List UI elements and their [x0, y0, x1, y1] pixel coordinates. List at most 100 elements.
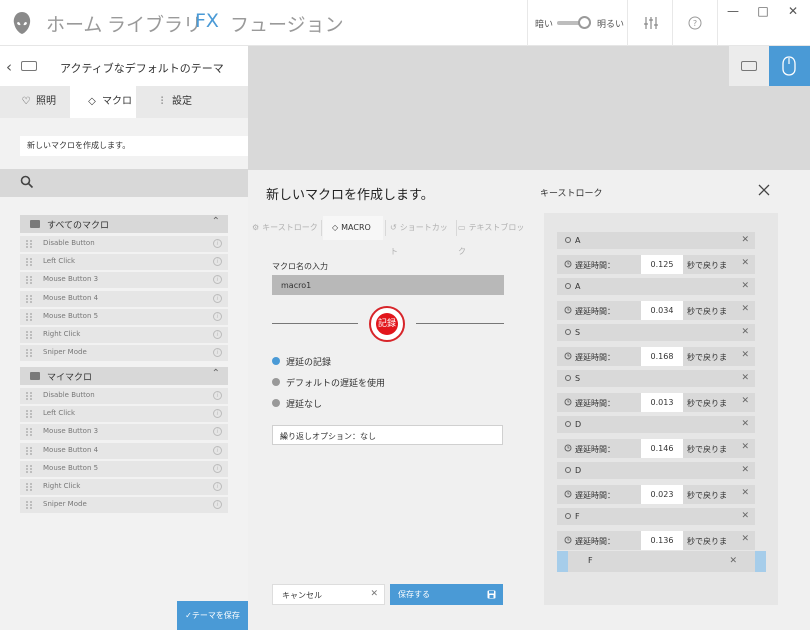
macro-group-header[interactable]: すべてのマクロ ⌃	[20, 215, 228, 233]
drag-grip-icon[interactable]	[26, 349, 32, 358]
slider-knob[interactable]	[578, 16, 591, 29]
drag-grip-icon[interactable]	[26, 464, 32, 473]
close-icon[interactable]: ✕	[741, 350, 749, 360]
macro-list-item[interactable]: Mouse Button 5 i	[20, 308, 228, 325]
tab-textblock[interactable]: ▭ テキストブロック	[458, 216, 530, 256]
keystroke-key-row[interactable]: D ✕	[557, 462, 755, 479]
back-chevron-icon[interactable]: ‹	[6, 58, 12, 76]
brightness-slider[interactable]	[557, 16, 591, 30]
keystroke-delay-row[interactable]: 遅延時間： 0.023 秒で戻りま ✕	[557, 485, 755, 504]
macro-list-item[interactable]: Sniper Mode i	[20, 497, 228, 514]
radio-default-delay[interactable]	[272, 378, 280, 386]
macro-list-item[interactable]: Left Click i	[20, 254, 228, 271]
info-icon[interactable]: i	[213, 427, 222, 437]
delay-value-input[interactable]: 0.168	[641, 347, 683, 366]
macro-list-item[interactable]: Disable Button i	[20, 236, 228, 252]
drag-grip-icon[interactable]	[26, 392, 32, 400]
tab-lighting[interactable]: ♡ 照明	[20, 86, 66, 118]
delay-value-input[interactable]: 0.136	[641, 531, 683, 550]
search-icon[interactable]	[20, 175, 34, 189]
keystroke-delay-row[interactable]: 遅延時間： 0.013 秒で戻りま ✕	[557, 393, 755, 412]
info-icon[interactable]: i	[213, 275, 222, 285]
info-icon[interactable]: i	[213, 482, 222, 491]
keystroke-delay-row[interactable]: 遅延時間： 0.168 秒で戻りま ✕	[557, 347, 755, 366]
maximize-button[interactable]: □	[753, 4, 773, 18]
info-icon[interactable]: i	[213, 330, 222, 339]
keystroke-delay-row[interactable]: 遅延時間： 0.125 秒で戻りま ✕	[557, 255, 755, 274]
keystroke-key-row[interactable]: A ✕	[557, 278, 755, 295]
radio-no-delay[interactable]	[272, 399, 280, 407]
macro-name-input[interactable]	[272, 275, 504, 295]
keystroke-key-row[interactable]: F ✕	[557, 508, 755, 525]
drag-grip-icon[interactable]	[26, 294, 32, 303]
keystroke-key-row[interactable]: S ✕	[557, 370, 755, 387]
drag-grip-icon[interactable]	[26, 501, 32, 510]
repeat-option-select[interactable]: 繰り返しオプション：なし ⌄	[272, 425, 503, 445]
tab-shortcut[interactable]: ↺ ショートカット	[390, 216, 454, 256]
nav-library[interactable]: ライブラリ	[107, 10, 202, 37]
drag-grip-icon[interactable]	[26, 483, 32, 491]
record-button[interactable]: 記録	[376, 313, 398, 335]
macro-list-item[interactable]: Right Click i	[20, 327, 228, 343]
close-icon[interactable]: ✕	[741, 258, 749, 268]
info-icon[interactable]: i	[213, 445, 222, 455]
close-icon[interactable]: ✕	[741, 281, 749, 291]
tab-keystroke[interactable]: ⚙ キーストローク	[252, 216, 318, 240]
macro-list-item[interactable]: Mouse Button 5 i	[20, 460, 228, 477]
help-icon[interactable]: ?	[686, 14, 704, 32]
delay-value-input[interactable]: 0.034	[641, 301, 683, 320]
info-icon[interactable]: i	[213, 293, 222, 303]
delay-value-input[interactable]: 0.125	[641, 255, 683, 274]
drag-grip-icon[interactable]	[26, 258, 32, 267]
delay-value-input[interactable]: 0.013	[641, 393, 683, 412]
macro-list-item[interactable]: Left Click i	[20, 406, 228, 423]
keystroke-selected-row[interactable]: F ✕	[557, 551, 766, 572]
close-window-button[interactable]: ✕	[783, 4, 803, 18]
drag-handle[interactable]	[755, 551, 766, 572]
nav-fusion[interactable]: フュージョン	[230, 10, 344, 37]
tab-macro-active[interactable]: ◇ MACRO	[323, 216, 383, 240]
info-icon[interactable]: i	[213, 391, 222, 400]
drag-grip-icon[interactable]	[26, 428, 32, 437]
drag-grip-icon[interactable]	[26, 410, 32, 419]
chevron-up-icon[interactable]: ⌃	[212, 368, 220, 379]
close-icon[interactable]: ✕	[741, 373, 749, 383]
close-icon[interactable]: ✕	[741, 419, 749, 429]
equalizer-icon[interactable]	[642, 14, 660, 32]
macro-list-item[interactable]: Mouse Button 4 i	[20, 442, 228, 459]
alien-logo-icon[interactable]	[12, 11, 32, 35]
close-icon[interactable]: ✕	[741, 488, 749, 498]
info-icon[interactable]: i	[213, 463, 222, 473]
info-icon[interactable]: i	[213, 257, 222, 267]
drag-handle[interactable]	[557, 551, 568, 572]
close-icon[interactable]: ✕	[741, 396, 749, 406]
search-bar[interactable]	[0, 169, 248, 197]
drag-grip-icon[interactable]	[26, 276, 32, 285]
keystroke-delay-row[interactable]: 遅延時間： 0.136 秒で戻りま ✕	[557, 531, 755, 550]
keystroke-delay-row[interactable]: 遅延時間： 0.146 秒で戻りま ✕	[557, 439, 755, 458]
close-icon[interactable]: ✕	[729, 556, 737, 566]
keystroke-key-row[interactable]: A ✕	[557, 232, 755, 249]
close-icon[interactable]	[758, 184, 770, 196]
keystroke-delay-row[interactable]: 遅延時間： 0.034 秒で戻りま ✕	[557, 301, 755, 320]
macro-list-item[interactable]: Disable Button i	[20, 388, 228, 404]
device-keyboard-card[interactable]	[729, 46, 769, 86]
tab-settings[interactable]: ⫶ 設定	[140, 86, 206, 118]
close-icon[interactable]: ✕	[741, 304, 749, 314]
cancel-button[interactable]: キャンセル ✕	[272, 584, 385, 605]
info-icon[interactable]: i	[213, 311, 222, 321]
drag-grip-icon[interactable]	[26, 240, 32, 248]
macro-list-item[interactable]: Right Click i	[20, 479, 228, 495]
chevron-up-icon[interactable]: ⌃	[212, 216, 220, 227]
close-icon[interactable]: ✕	[741, 235, 749, 245]
save-theme-button[interactable]: ✓テーマを保存	[177, 601, 248, 630]
macro-list-item[interactable]: Mouse Button 3 i	[20, 424, 228, 441]
nav-fx[interactable]: FX	[195, 10, 219, 32]
keystroke-key-row[interactable]: S ✕	[557, 324, 755, 341]
macro-list-item[interactable]: Sniper Mode i	[20, 345, 228, 362]
close-icon[interactable]: ✕	[741, 465, 749, 475]
macro-list-item[interactable]: Mouse Button 3 i	[20, 272, 228, 289]
close-icon[interactable]: ✕	[741, 327, 749, 337]
device-mouse-card[interactable]	[769, 46, 810, 86]
close-icon[interactable]: ✕	[741, 511, 749, 521]
